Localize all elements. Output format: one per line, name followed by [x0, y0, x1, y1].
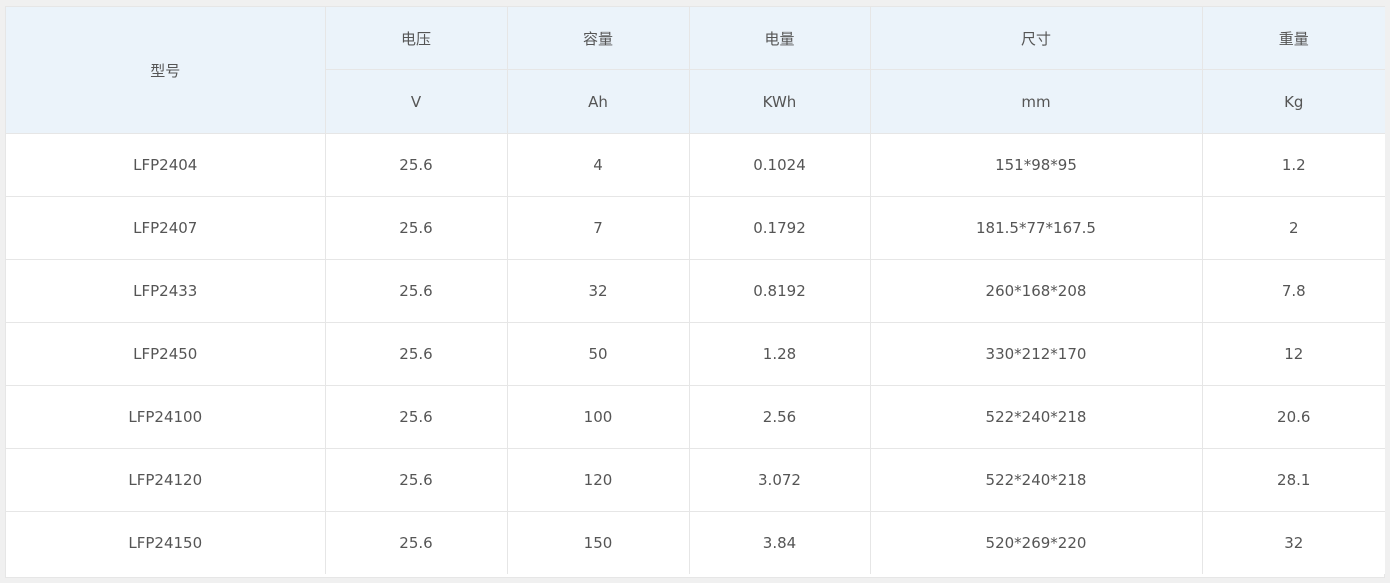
cell-energy: 3.072	[689, 448, 871, 512]
cell-capacity: 50	[507, 322, 690, 386]
table-row: LFP24120 25.6 120 3.072 522*240*218 28.1	[6, 448, 1385, 512]
unit-capacity: Ah	[507, 69, 690, 134]
cell-voltage: 25.6	[325, 448, 508, 512]
table-header: 型号 电压 容量 电量 尺寸 重量 V Ah KWh mm Kg	[6, 7, 1385, 134]
unit-voltage: V	[325, 69, 508, 134]
table-row: LFP24150 25.6 150 3.84 520*269*220 32	[6, 511, 1385, 574]
unit-energy: KWh	[689, 69, 871, 134]
cell-dimensions: 260*168*208	[870, 259, 1203, 323]
cell-voltage: 25.6	[325, 322, 508, 386]
cell-weight: 2	[1202, 196, 1385, 260]
cell-capacity: 4	[507, 133, 690, 197]
header-capacity: 容量	[507, 7, 690, 70]
cell-voltage: 25.6	[325, 385, 508, 449]
table-row: LFP2433 25.6 32 0.8192 260*168*208 7.8	[6, 259, 1385, 323]
cell-energy: 2.56	[689, 385, 871, 449]
cell-weight: 32	[1202, 511, 1385, 574]
battery-spec-table: 型号 电压 容量 电量 尺寸 重量 V Ah KWh mm Kg LFP2404…	[6, 7, 1385, 574]
table-row: LFP24100 25.6 100 2.56 522*240*218 20.6	[6, 385, 1385, 449]
cell-weight: 1.2	[1202, 133, 1385, 197]
cell-dimensions: 181.5*77*167.5	[870, 196, 1203, 260]
table-row: LFP2407 25.6 7 0.1792 181.5*77*167.5 2	[6, 196, 1385, 260]
cell-capacity: 7	[507, 196, 690, 260]
cell-weight: 28.1	[1202, 448, 1385, 512]
header-weight: 重量	[1202, 7, 1385, 70]
cell-dimensions: 522*240*218	[870, 385, 1203, 449]
table-row: LFP2404 25.6 4 0.1024 151*98*95 1.2	[6, 133, 1385, 197]
cell-capacity: 100	[507, 385, 690, 449]
cell-dimensions: 520*269*220	[870, 511, 1203, 574]
cell-energy: 0.1792	[689, 196, 871, 260]
cell-capacity: 150	[507, 511, 690, 574]
table-body: LFP2404 25.6 4 0.1024 151*98*95 1.2 LFP2…	[6, 133, 1385, 574]
cell-energy: 0.1024	[689, 133, 871, 197]
table-row: LFP2450 25.6 50 1.28 330*212*170 12	[6, 322, 1385, 386]
cell-model: LFP24150	[6, 511, 326, 574]
cell-model: LFP2450	[6, 322, 326, 386]
spec-table-container: 型号 电压 容量 电量 尺寸 重量 V Ah KWh mm Kg LFP2404…	[5, 6, 1385, 578]
cell-model: LFP24100	[6, 385, 326, 449]
cell-model: LFP2407	[6, 196, 326, 260]
cell-voltage: 25.6	[325, 511, 508, 574]
cell-voltage: 25.6	[325, 259, 508, 323]
header-voltage: 电压	[325, 7, 508, 70]
header-dimensions: 尺寸	[870, 7, 1203, 70]
cell-capacity: 120	[507, 448, 690, 512]
header-model: 型号	[6, 7, 326, 134]
cell-model: LFP24120	[6, 448, 326, 512]
cell-weight: 7.8	[1202, 259, 1385, 323]
header-energy: 电量	[689, 7, 871, 70]
header-row-names: 型号 电压 容量 电量 尺寸 重量	[6, 7, 1385, 134]
cell-energy: 3.84	[689, 511, 871, 574]
cell-energy: 0.8192	[689, 259, 871, 323]
cell-weight: 12	[1202, 322, 1385, 386]
cell-dimensions: 330*212*170	[870, 322, 1203, 386]
cell-model: LFP2433	[6, 259, 326, 323]
cell-voltage: 25.6	[325, 133, 508, 197]
cell-voltage: 25.6	[325, 196, 508, 260]
cell-dimensions: 151*98*95	[870, 133, 1203, 197]
cell-capacity: 32	[507, 259, 690, 323]
cell-weight: 20.6	[1202, 385, 1385, 449]
unit-weight: Kg	[1202, 69, 1385, 134]
cell-dimensions: 522*240*218	[870, 448, 1203, 512]
cell-model: LFP2404	[6, 133, 326, 197]
unit-dimensions: mm	[870, 69, 1203, 134]
cell-energy: 1.28	[689, 322, 871, 386]
